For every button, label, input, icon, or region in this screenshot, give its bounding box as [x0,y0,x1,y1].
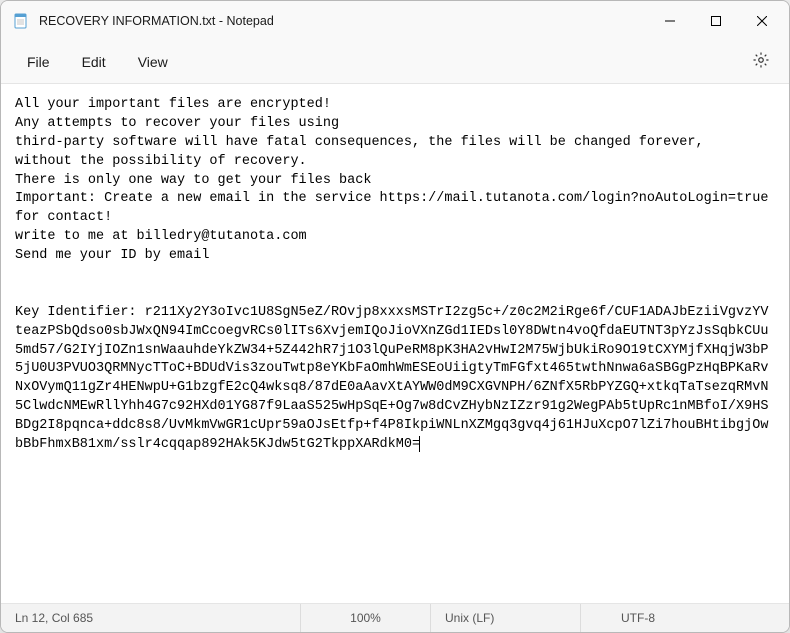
menubar: File Edit View [1,41,789,83]
gear-icon [752,51,770,74]
notepad-window: pc RECOVERY INFORMATION.txt - Notepad [0,0,790,633]
titlebar[interactable]: RECOVERY INFORMATION.txt - Notepad [1,1,789,41]
editor-content: All your important files are encrypted! … [15,97,785,452]
close-button[interactable] [739,3,785,39]
maximize-button[interactable] [693,3,739,39]
text-caret [419,436,420,452]
menu-file[interactable]: File [11,48,66,76]
menu-view[interactable]: View [122,48,184,76]
settings-button[interactable] [743,44,779,80]
window-title: RECOVERY INFORMATION.txt - Notepad [39,14,274,28]
status-zoom[interactable]: 100% [301,604,431,632]
menu-edit[interactable]: Edit [66,48,122,76]
statusbar: Ln 12, Col 685 100% Unix (LF) UTF-8 [1,604,789,632]
notepad-app-icon [13,13,29,29]
window-controls [647,3,785,39]
status-line-ending[interactable]: Unix (LF) [431,604,581,632]
minimize-button[interactable] [647,3,693,39]
status-encoding[interactable]: UTF-8 [581,604,789,632]
status-position[interactable]: Ln 12, Col 685 [1,604,301,632]
text-editor[interactable]: All your important files are encrypted! … [1,83,789,604]
